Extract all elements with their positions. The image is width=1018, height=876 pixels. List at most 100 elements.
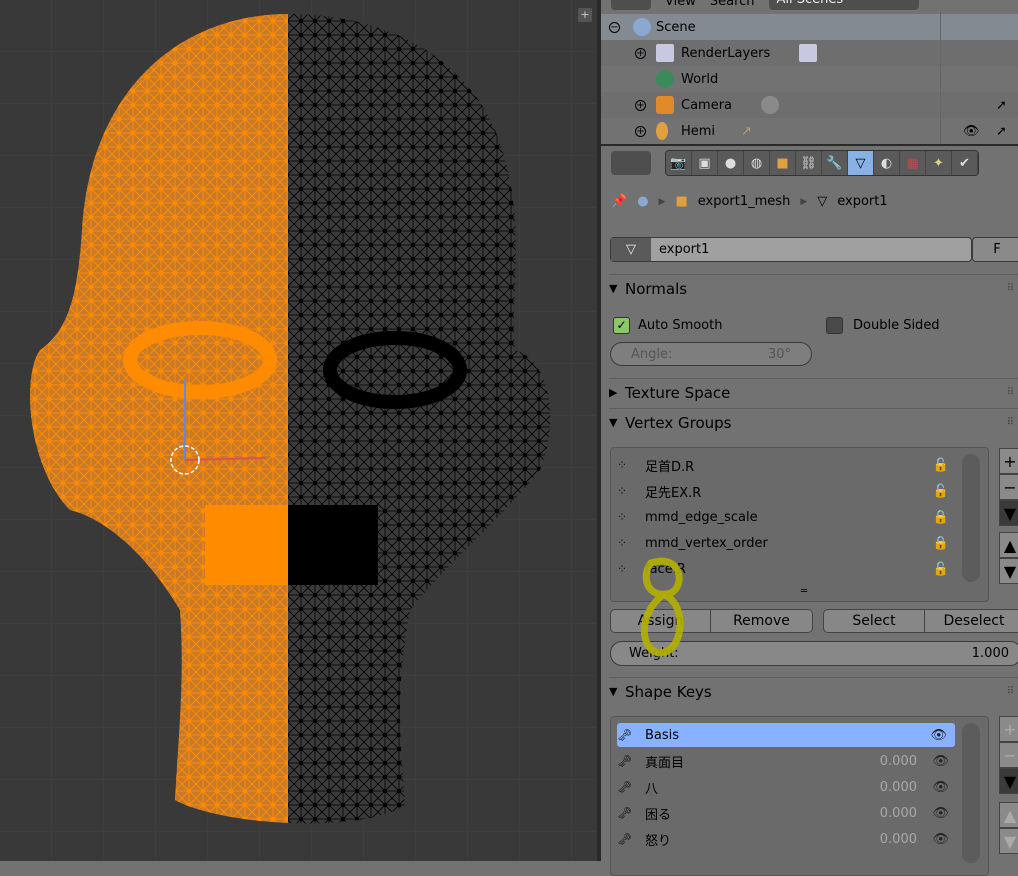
vertex-groups-panel-header[interactable]: ▼ Vertex Groups ⠿ — [609, 408, 1018, 436]
visibility-eye-icon[interactable]: 👁 — [932, 832, 949, 847]
constraints-tab-icon[interactable]: ⛓ — [796, 151, 822, 175]
shape-key-list[interactable]: 🗝 Basis 👁 🗝 真面目 0.000 👁 🗝 八 0.000 👁 🗝 困る 0.000 👁 🗝 怒… — [610, 716, 989, 876]
scene-icon — [633, 18, 651, 36]
pin-icon[interactable]: 📌 — [611, 194, 627, 209]
shape-key-value[interactable]: 0.000 — [880, 806, 917, 821]
object-icon: ■ — [675, 194, 688, 209]
particles-tab-icon[interactable]: ✦ — [926, 151, 952, 175]
vertex-group-specials-button[interactable]: ▼ — [999, 500, 1018, 526]
unlocked-icon[interactable]: 🔓 — [933, 458, 949, 473]
move-down-button[interactable]: ▼ — [999, 828, 1018, 854]
drag-grip-icon[interactable]: ⠿ — [1007, 387, 1014, 398]
display-mode-select[interactable]: All Scenes — [768, 0, 919, 10]
expand-icon[interactable]: + — [635, 47, 646, 59]
render-tab-icon[interactable]: 📷 — [666, 151, 692, 175]
double-sided-checkbox[interactable]: Double Sided — [826, 317, 940, 334]
outliner-label: Hemi — [681, 123, 716, 139]
drag-grip-icon[interactable]: ⠿ — [1007, 417, 1014, 428]
scene-tab-icon[interactable]: ● — [718, 151, 744, 175]
scrollbar[interactable] — [962, 454, 980, 582]
unlocked-icon[interactable]: 🔓 — [933, 484, 949, 499]
search-menu[interactable]: Search — [710, 0, 755, 9]
material-tab-icon[interactable]: ◐ — [874, 151, 900, 175]
auto-smooth-checkbox[interactable]: ✓ Auto Smooth — [613, 317, 722, 334]
mesh-datablock-field[interactable]: ▽ export1 — [610, 237, 972, 262]
angle-value: 30° — [767, 346, 791, 362]
expand-icon[interactable]: + — [635, 99, 646, 111]
world-tab-icon[interactable]: ◍ — [744, 151, 770, 175]
mesh-data-icon: ▽ — [817, 194, 828, 209]
outliner-label: Camera — [681, 97, 733, 113]
select-button[interactable]: Select — [823, 609, 925, 633]
item-name: 困る — [645, 807, 672, 823]
unlocked-icon[interactable]: 🔓 — [933, 562, 949, 577]
item-name: mmd_vertex_order — [645, 535, 768, 551]
scene-icon: ● — [637, 194, 649, 209]
locked-icon[interactable]: 🔒 — [933, 536, 949, 551]
list-item[interactable]: ⁘ 足首D.R 🔓 — [617, 453, 957, 477]
locked-icon[interactable]: 🔒 — [933, 510, 949, 525]
outliner: View Search All Scenes − Scene + RenderL… — [601, 0, 1018, 144]
scrollbar[interactable] — [962, 723, 980, 863]
shape-key-value[interactable]: 0.000 — [880, 754, 917, 769]
expanded-icon: ▼ — [609, 685, 618, 698]
remove-shape-key-button[interactable]: − — [999, 742, 1018, 768]
item-name: mmd_edge_scale — [645, 509, 758, 525]
drag-grip-icon[interactable]: ⠿ — [1007, 686, 1014, 697]
list-item[interactable]: ⁘ mmd_vertex_order 🔒 — [617, 531, 957, 555]
data-tab-icon[interactable]: ▽ — [848, 151, 874, 175]
shape-key-value[interactable]: 0.000 — [880, 832, 917, 847]
visibility-eye-icon[interactable]: 👁 — [932, 780, 949, 795]
list-item[interactable]: ⁘ mmd_edge_scale 🔒 — [617, 505, 957, 529]
mesh-name[interactable]: export1 — [651, 242, 709, 257]
fake-user-button[interactable]: F — [972, 237, 1018, 262]
resize-handle-icon[interactable]: ═ — [801, 586, 807, 597]
drag-grip-icon[interactable]: ⠿ — [1007, 283, 1014, 294]
3d-viewport[interactable]: + — [0, 0, 597, 861]
object-tab-icon[interactable]: ■ — [770, 151, 796, 175]
visibility-eye-icon[interactable]: 👁 — [932, 806, 949, 821]
expanded-icon: ▼ — [609, 282, 618, 295]
vertex-group-icon: ⁘ — [617, 510, 628, 524]
list-item[interactable]: 🗝 怒り 0.000 👁 — [617, 827, 957, 851]
add-vertex-group-button[interactable]: + — [999, 448, 1018, 474]
collapse-icon[interactable]: − — [609, 21, 620, 33]
shape-key-specials-button[interactable]: ▼ — [999, 768, 1018, 794]
list-item[interactable]: ⁘ 足先EX.R 🔓 — [617, 479, 957, 503]
visibility-eye-icon[interactable]: 👁 — [930, 728, 947, 743]
list-item[interactable]: 🗝 真面目 0.000 👁 — [617, 749, 957, 773]
item-name: Basis — [645, 727, 680, 743]
visibility-eye-icon[interactable]: 👁 — [932, 754, 949, 769]
properties-header: 📷 ▣ ● ◍ ■ ⛓ 🔧 ▽ ◐ ▦ ✦ ✔ — [601, 144, 1018, 180]
move-down-button[interactable]: ▼ — [999, 558, 1018, 584]
remove-vertex-group-button[interactable]: − — [999, 474, 1018, 500]
editor-type-button[interactable] — [611, 151, 651, 175]
viewport-split-plus-icon[interactable]: + — [578, 8, 592, 22]
shape-key-icon: 🗝 — [617, 728, 633, 742]
list-item[interactable]: 🗝 八 0.000 👁 — [617, 775, 957, 799]
view-menu[interactable]: View — [665, 0, 696, 9]
add-shape-key-button[interactable]: + — [999, 716, 1018, 742]
move-up-button[interactable]: ▲ — [999, 802, 1018, 828]
normals-panel-header[interactable]: ▼ Normals ⠿ — [609, 274, 1018, 302]
shape-key-icon: 🗝 — [617, 780, 633, 794]
checkbox-label: Auto Smooth — [638, 318, 723, 333]
mesh-browse-icon[interactable]: ▽ — [611, 238, 651, 261]
list-item-selected[interactable]: 🗝 Basis 👁 — [617, 723, 955, 747]
modifiers-tab-icon[interactable]: 🔧 — [822, 151, 848, 175]
texture-space-panel-header[interactable]: ▶ Texture Space ⠿ — [609, 378, 1018, 406]
texture-tab-icon[interactable]: ▦ — [900, 151, 926, 175]
physics-tab-icon[interactable]: ✔ — [952, 151, 978, 175]
expand-icon[interactable]: + — [635, 125, 646, 137]
shape-keys-panel-header[interactable]: ▼ Shape Keys ⠿ — [609, 677, 1018, 705]
angle-slider[interactable]: Angle: 30° — [610, 342, 812, 366]
move-up-button[interactable]: ▲ — [999, 532, 1018, 558]
remove-button[interactable]: Remove — [710, 609, 813, 633]
vertex-group-icon: ⁘ — [617, 484, 628, 498]
deselect-button[interactable]: Deselect — [924, 609, 1018, 633]
render-layers-tab-icon[interactable]: ▣ — [692, 151, 718, 175]
shape-key-value[interactable]: 0.000 — [880, 780, 917, 795]
editor-type-button[interactable] — [611, 0, 651, 10]
lamp-icon — [656, 122, 668, 140]
list-item[interactable]: 🗝 困る 0.000 👁 — [617, 801, 957, 825]
